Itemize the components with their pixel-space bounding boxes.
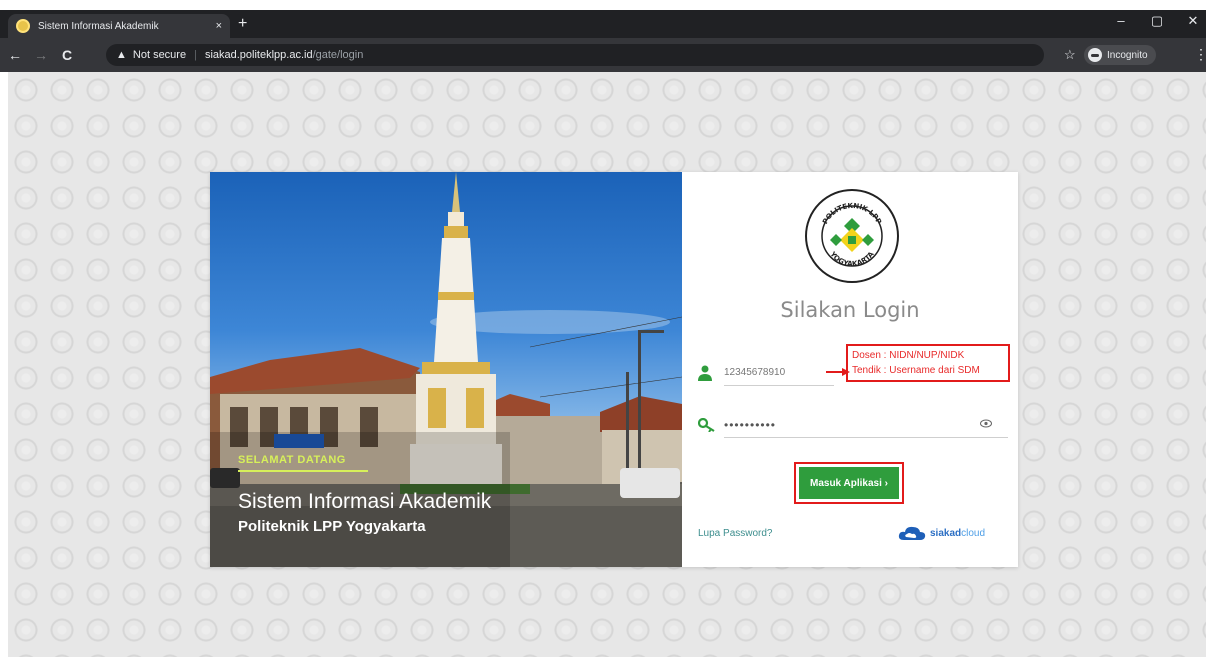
separator: | [194, 49, 197, 61]
user-icon [698, 365, 712, 381]
login-form: POLITEKNIK LPP YOGYAKARTA Silakan Login … [682, 172, 1018, 567]
reload-button[interactable]: C [56, 47, 78, 63]
annotation-box: Dosen : NIDN/NUP/NIDK Tendik : Username … [846, 344, 1010, 382]
incognito-icon [1088, 48, 1102, 62]
window-controls: – ▢ ✕ [1114, 13, 1202, 29]
incognito-badge[interactable]: Incognito [1084, 45, 1156, 65]
key-icon [698, 418, 715, 432]
login-submit-button[interactable]: Masuk Aplikasi › [799, 467, 899, 499]
url-host: siakad.politeklpp.ac.id [204, 49, 313, 61]
minimize-button[interactable]: – [1114, 13, 1128, 29]
document-caption-strip [0, 0, 1206, 10]
hero-image: SELAMAT DATANG Sistem Informasi Akademik… [210, 172, 682, 567]
browser-window: Sistem Informasi Akademik × + – ▢ ✕ ← → … [0, 10, 1206, 72]
welcome-text: SELAMAT DATANG [238, 454, 346, 466]
favicon-icon [16, 19, 30, 33]
politeknik-logo-icon: POLITEKNIK LPP YOGYAKARTA [805, 189, 899, 283]
cloud-icon [898, 526, 926, 540]
close-window-button[interactable]: ✕ [1186, 13, 1200, 29]
forgot-password-link[interactable]: Lupa Password? [698, 528, 773, 539]
username-input[interactable] [724, 360, 834, 386]
welcome-underline [238, 470, 368, 472]
warning-icon: ▲ [116, 49, 127, 61]
browser-toolbar: ← → C ▲ Not secure | siakad.politeklpp.a… [0, 38, 1206, 72]
hero-subtitle: Politeknik LPP Yogyakarta [238, 518, 426, 535]
tab-strip: Sistem Informasi Akademik × + – ▢ ✕ [0, 10, 1206, 38]
browser-menu-icon[interactable]: ⋮ [1194, 46, 1206, 63]
back-button[interactable]: ← [4, 47, 26, 63]
browser-tab[interactable]: Sistem Informasi Akademik × [8, 14, 230, 38]
brand-name-secondary: cloud [961, 527, 986, 539]
new-tab-button[interactable]: + [238, 15, 247, 33]
maximize-button[interactable]: ▢ [1150, 13, 1164, 29]
annotation-arrow-icon [826, 368, 850, 376]
login-card: SELAMAT DATANG Sistem Informasi Akademik… [210, 172, 1018, 567]
siakad-cloud-logo: siakad cloud [898, 524, 985, 542]
eye-toggle-icon[interactable] [980, 419, 992, 428]
password-input[interactable] [724, 412, 1008, 438]
tab-close-icon[interactable]: × [216, 20, 222, 32]
forward-button[interactable]: → [30, 47, 52, 63]
incognito-label: Incognito [1107, 49, 1148, 61]
login-heading: Silakan Login [780, 298, 920, 322]
address-bar[interactable]: ▲ Not secure | siakad.politeklpp.ac.id /… [106, 44, 1044, 66]
url-path: /gate/login [312, 49, 364, 61]
bookmark-star-icon[interactable]: ☆ [1064, 47, 1076, 63]
annotation-line-tendik: Tendik : Username dari SDM [852, 365, 980, 376]
security-label[interactable]: Not secure [133, 49, 186, 61]
brand-name-primary: siakad [930, 527, 962, 539]
annotation-line-dosen: Dosen : NIDN/NUP/NIDK [852, 350, 965, 361]
tab-title: Sistem Informasi Akademik [38, 20, 159, 32]
hero-title: Sistem Informasi Akademik [238, 490, 492, 513]
